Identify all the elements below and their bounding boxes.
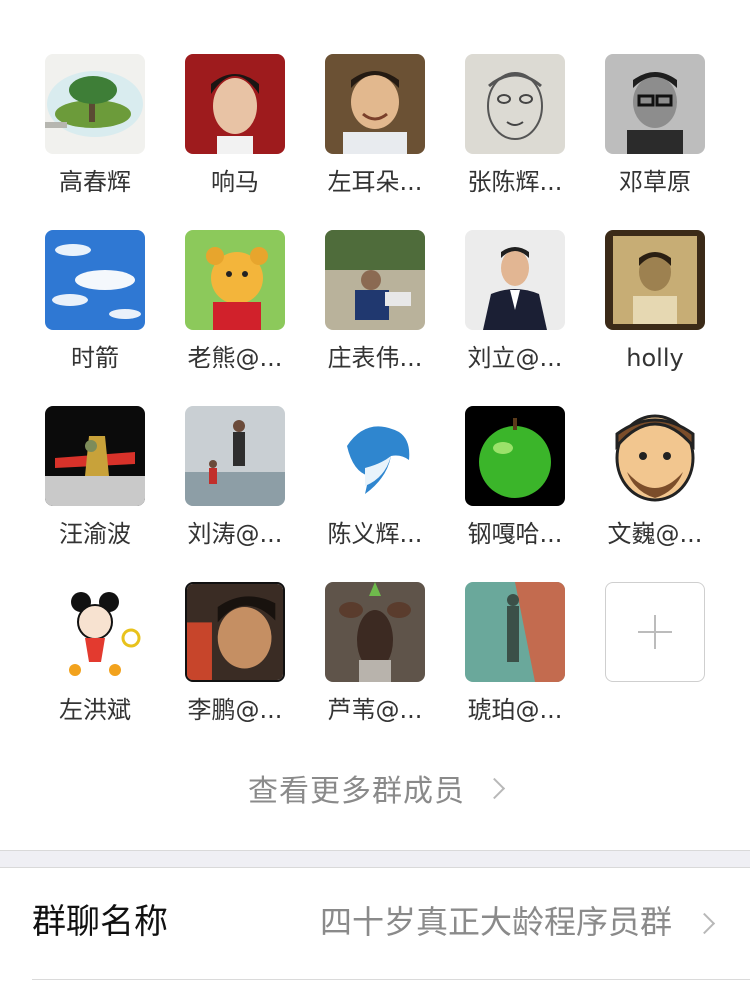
member-item[interactable]: 李鹏@...: [165, 582, 305, 758]
man-portrait-red-icon: [185, 54, 285, 154]
member-name: 文巍@...: [607, 520, 703, 548]
dolphin-icon: [325, 406, 425, 506]
shadow-on-track-icon: [465, 582, 565, 682]
sketched-face-icon: [465, 54, 565, 154]
glasses-man-bw-icon: [605, 54, 705, 154]
member-item[interactable]: 响马: [165, 54, 305, 230]
view-more-members-label: 查看更多群成员: [248, 774, 465, 809]
member-item[interactable]: 庄表伟...: [305, 230, 445, 406]
toy-airplane-icon: [45, 406, 145, 506]
member-name: holly: [626, 344, 684, 372]
plus-icon: [638, 615, 672, 649]
member-name: 庄表伟...: [327, 344, 423, 372]
member-name: 钢嘎哈...: [467, 520, 563, 548]
bear-cartoon-icon: [185, 230, 285, 330]
man-in-suit-icon: [465, 230, 565, 330]
member-name: 左耳朵...: [327, 168, 423, 196]
member-item[interactable]: 文巍@...: [585, 406, 725, 582]
member-name: 张陈辉...: [467, 168, 563, 196]
member-name: 刘立@...: [467, 344, 563, 372]
member-name: 左洪斌: [59, 696, 131, 724]
member-item[interactable]: 张陈辉...: [445, 54, 585, 230]
member-name: 邓草原: [619, 168, 691, 196]
member-name: 刘涛@...: [187, 520, 283, 548]
member-item[interactable]: 刘立@...: [445, 230, 585, 406]
blue-sky-clouds-icon: [45, 230, 145, 330]
member-item[interactable]: 陈义辉...: [305, 406, 445, 582]
member-name: 响马: [211, 168, 259, 196]
member-name: 芦苇@...: [327, 696, 423, 724]
member-item[interactable]: 汪渝波: [25, 406, 165, 582]
row-divider: [32, 979, 750, 980]
member-name: 陈义辉...: [327, 520, 423, 548]
chevron-right-icon: [693, 912, 716, 935]
man-selfie-icon: [185, 582, 285, 682]
group-name-value: 四十岁真正大龄程序员群: [319, 903, 672, 941]
add-member-item[interactable]: [585, 582, 725, 758]
member-item[interactable]: 刘涛@...: [165, 406, 305, 582]
member-item[interactable]: 钢嘎哈...: [445, 406, 585, 582]
member-name: 李鹏@...: [187, 696, 283, 724]
member-item[interactable]: 琥珀@...: [445, 582, 585, 758]
member-item[interactable]: holly: [585, 230, 725, 406]
okapi-party-hat-icon: [325, 582, 425, 682]
group-name-row[interactable]: 群聊名称 四十岁真正大龄程序员群: [0, 868, 750, 978]
member-item[interactable]: 芦苇@...: [305, 582, 445, 758]
view-more-members-button[interactable]: 查看更多群成员: [0, 768, 750, 809]
member-item[interactable]: 左洪斌: [25, 582, 165, 758]
green-apple-icon: [465, 406, 565, 506]
man-reading-outdoors-icon: [325, 230, 425, 330]
vintage-boy-photo-icon: [605, 230, 705, 330]
members-section: 高春辉 响马 左耳朵... 张陈辉... 邓草原 时箭 老熊@... 庄表伟..…: [0, 0, 750, 850]
cartoon-girl-icon: [45, 582, 145, 682]
section-divider: [0, 850, 750, 868]
member-item[interactable]: 邓草原: [585, 54, 725, 230]
member-name: 时箭: [71, 344, 119, 372]
member-item[interactable]: 老熊@...: [165, 230, 305, 406]
member-name: 汪渝波: [59, 520, 131, 548]
member-item[interactable]: 时箭: [25, 230, 165, 406]
bearded-face-cartoon-icon: [605, 406, 705, 506]
member-name: 高春辉: [59, 168, 131, 196]
member-grid: 高春辉 响马 左耳朵... 张陈辉... 邓草原 时箭 老熊@... 庄表伟..…: [25, 54, 725, 758]
lightbulb-tree-icon: [45, 54, 145, 154]
chevron-right-icon: [483, 777, 506, 799]
member-item[interactable]: 左耳朵...: [305, 54, 445, 230]
add-member-button[interactable]: [605, 582, 705, 682]
man-portrait-laughing-icon: [325, 54, 425, 154]
group-name-label: 群聊名称: [32, 902, 168, 942]
beach-walk-icon: [185, 406, 285, 506]
member-name: 琥珀@...: [467, 696, 563, 724]
member-name: 老熊@...: [187, 344, 283, 372]
member-item[interactable]: 高春辉: [25, 54, 165, 230]
